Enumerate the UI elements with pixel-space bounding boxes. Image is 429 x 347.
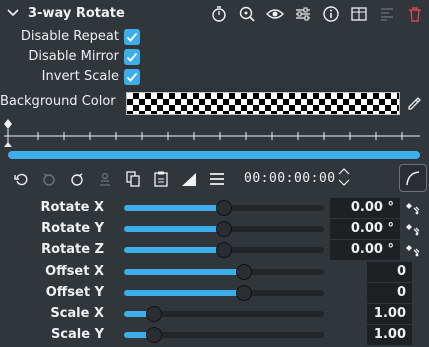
next-keyframe-icon[interactable] bbox=[68, 170, 86, 188]
disable-mirror-label: Disable Mirror bbox=[28, 49, 119, 64]
background-color-swatch[interactable] bbox=[126, 92, 400, 115]
rotate-z-value[interactable]: 0.00 ° bbox=[330, 240, 400, 261]
keyframe-toggle-icon[interactable] bbox=[405, 242, 421, 258]
timer-icon[interactable] bbox=[210, 5, 228, 23]
rotate-y-label: Rotate Y bbox=[41, 221, 104, 237]
disable-repeat-label: Disable Repeat bbox=[20, 29, 119, 44]
rotate-z-label: Rotate Z bbox=[41, 242, 104, 258]
offset-x-label: Offset X bbox=[45, 263, 104, 279]
scale-x-slider-handle[interactable] bbox=[146, 306, 162, 322]
keyframe-toggle-icon[interactable] bbox=[405, 221, 421, 237]
color-picker-icon[interactable] bbox=[406, 94, 422, 110]
rotate-y-slider-handle[interactable] bbox=[216, 221, 232, 238]
timecode-display[interactable]: 00:00:00:00 bbox=[244, 171, 336, 186]
chevron-down-icon[interactable] bbox=[6, 6, 20, 20]
copy-icon[interactable] bbox=[124, 170, 142, 188]
rotate-z-slider-handle[interactable] bbox=[216, 242, 232, 259]
rotate-y-value[interactable]: 0.00 ° bbox=[330, 219, 400, 240]
delete-icon[interactable] bbox=[406, 5, 424, 23]
offset-y-slider-handle[interactable] bbox=[236, 284, 252, 301]
offset-y-slider[interactable] bbox=[124, 289, 324, 296]
adjust-icon[interactable] bbox=[294, 5, 312, 23]
info-icon[interactable] bbox=[322, 5, 340, 23]
zoom-reset-icon[interactable] bbox=[238, 5, 256, 23]
invert-scale-checkbox[interactable] bbox=[124, 69, 140, 85]
curve-icon bbox=[406, 171, 420, 186]
offset-x-slider-fill bbox=[124, 268, 244, 275]
offset-x-slider[interactable] bbox=[124, 268, 324, 275]
playhead-icon bbox=[4, 142, 12, 147]
eye-icon[interactable] bbox=[266, 5, 284, 23]
offset-x-slider-handle[interactable] bbox=[236, 263, 252, 280]
effect-header: 3-way Rotate bbox=[0, 0, 429, 28]
offset-y-value[interactable]: 0 bbox=[367, 282, 412, 303]
rotate-y-slider-fill bbox=[124, 226, 224, 233]
undo-keyframe-icon[interactable] bbox=[12, 170, 30, 188]
previous-keyframe-icon[interactable] bbox=[40, 170, 58, 188]
timeline-progress-bar bbox=[8, 151, 420, 159]
rotate-x-value[interactable]: 0.00 ° bbox=[330, 198, 400, 218]
scale-x-value[interactable]: 1.00 bbox=[367, 304, 412, 324]
paste-icon[interactable] bbox=[152, 170, 170, 188]
offset-y-label: Offset Y bbox=[45, 284, 104, 300]
scale-y-value[interactable]: 1.00 bbox=[367, 325, 412, 346]
disable-repeat-checkbox[interactable] bbox=[124, 29, 140, 45]
columns-icon[interactable] bbox=[350, 5, 368, 23]
scale-y-label: Scale Y bbox=[50, 327, 104, 343]
disable-mirror-checkbox[interactable] bbox=[124, 49, 140, 65]
menu-icon[interactable] bbox=[208, 170, 226, 188]
invert-scale-label: Invert Scale bbox=[41, 69, 119, 84]
offset-y-slider-fill bbox=[124, 289, 244, 296]
scale-x-label: Scale X bbox=[50, 306, 104, 321]
interpolation-icon[interactable] bbox=[180, 170, 198, 188]
background-color-label: Background Color bbox=[0, 94, 116, 109]
rotate-z-slider-fill bbox=[124, 247, 224, 254]
rotate-x-slider-fill bbox=[124, 205, 224, 211]
scale-y-slider-handle[interactable] bbox=[146, 327, 162, 344]
offset-x-value[interactable]: 0 bbox=[367, 261, 412, 282]
curve-editor-button[interactable] bbox=[399, 164, 427, 192]
rotate-x-slider-handle[interactable] bbox=[216, 200, 232, 216]
keyframe-toggle-icon[interactable] bbox=[405, 200, 421, 216]
timecode-spinner-icon[interactable] bbox=[336, 165, 352, 189]
add-keyframe-icon[interactable] bbox=[96, 170, 114, 188]
rotate-x-label: Rotate X bbox=[40, 200, 104, 215]
effect-title: 3-way Rotate bbox=[28, 6, 125, 21]
align-icon[interactable] bbox=[378, 5, 396, 23]
keyframe-marker-icon bbox=[4, 119, 12, 129]
